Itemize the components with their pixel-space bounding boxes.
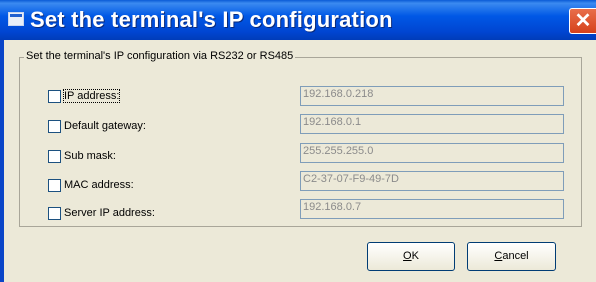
dialog-window: Set the terminal's IP configuration ✕ Se… (0, 0, 596, 282)
mac-address-field[interactable]: C2-37-07-F9-49-7D (300, 171, 564, 191)
label-ip-address[interactable]: IP address: (62, 89, 121, 103)
label-server-ip-address[interactable]: Server IP address: (64, 207, 155, 219)
cancel-label-rest: ancel (502, 250, 529, 262)
label-mac-address[interactable]: MAC address: (64, 179, 134, 191)
label-sub-mask[interactable]: Sub mask: (64, 150, 116, 162)
checkbox-mac-address[interactable] (48, 179, 61, 192)
sub-mask-field[interactable]: 255.255.255.0 (300, 143, 564, 163)
window-border (0, 40, 4, 282)
ok-button[interactable]: OK (367, 242, 455, 271)
checkbox-ip-address[interactable] (48, 90, 61, 103)
ok-label-rest: K (411, 250, 419, 262)
ok-mnemonic: O (403, 250, 412, 262)
default-gateway-field[interactable]: 192.168.0.1 (300, 114, 564, 134)
label-default-gateway[interactable]: Default gateway: (64, 120, 146, 132)
title-bar[interactable]: Set the terminal's IP configuration ✕ (0, 0, 596, 40)
server-ip-address-field[interactable]: 192.168.0.7 (300, 199, 564, 219)
window-title: Set the terminal's IP configuration (30, 7, 393, 32)
close-icon: ✕ (574, 10, 592, 32)
close-button[interactable]: ✕ (569, 8, 596, 34)
checkbox-server-ip-address[interactable] (48, 207, 61, 220)
window-icon (8, 12, 24, 26)
group-legend: Set the terminal's IP configuration via … (24, 50, 296, 62)
checkbox-default-gateway[interactable] (48, 120, 61, 133)
ip-address-field[interactable]: 192.168.0.218 (300, 86, 564, 106)
checkbox-sub-mask[interactable] (48, 150, 61, 163)
cancel-button[interactable]: Cancel (467, 242, 556, 271)
